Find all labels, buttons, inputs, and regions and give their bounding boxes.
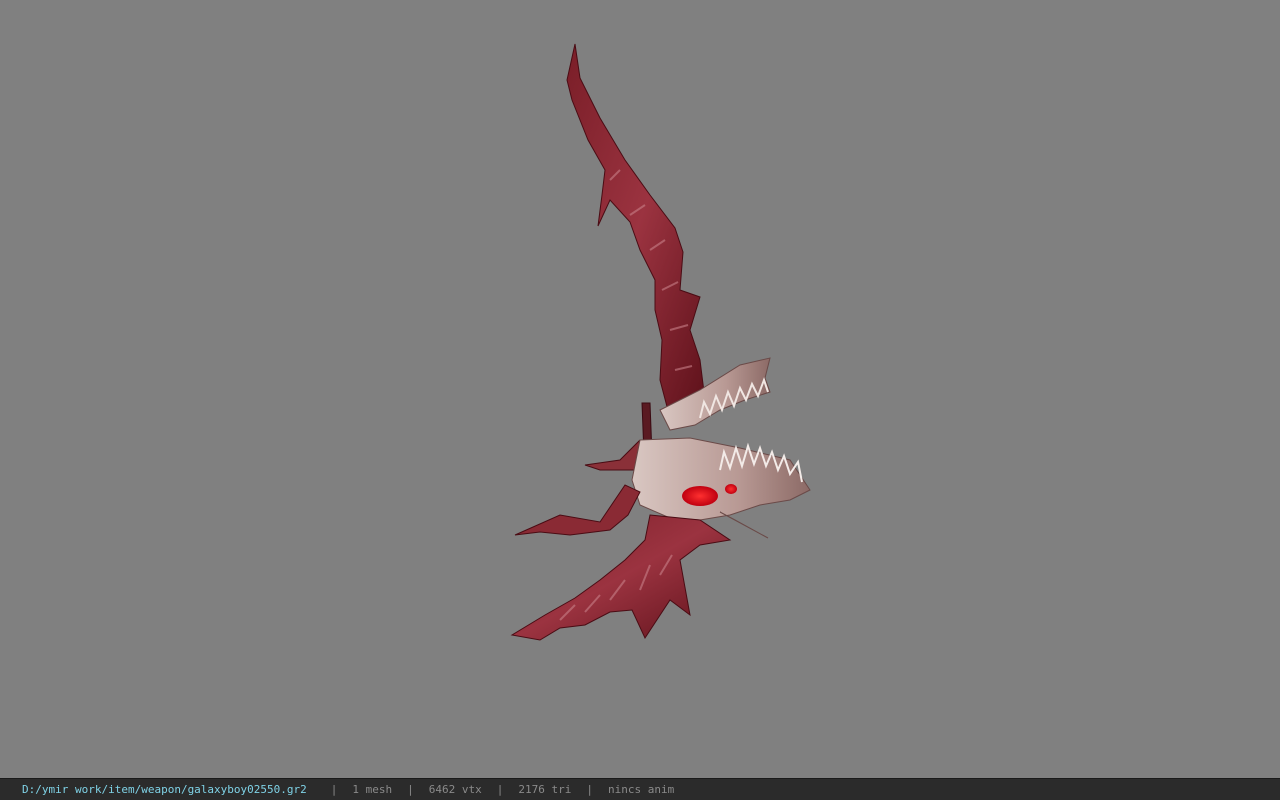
- red-gem: [682, 486, 718, 506]
- 3d-viewport[interactable]: [0, 0, 1280, 778]
- animation-status: nincs anim: [608, 783, 675, 796]
- separator: |: [496, 783, 504, 796]
- file-path: D:/ymir work/item/weapon/galaxyboy02550.…: [22, 783, 307, 796]
- separator: |: [586, 783, 593, 796]
- side-spike-left: [514, 484, 641, 536]
- mesh-count: 1 mesh: [352, 783, 393, 796]
- separator: |: [407, 783, 414, 796]
- vertex-count: 6462 vtx: [428, 783, 482, 796]
- status-bar: D:/ymir work/item/weapon/galaxyboy02550.…: [0, 778, 1280, 800]
- blade-upper: [566, 43, 706, 421]
- blade-lower: [510, 514, 732, 641]
- red-gem-small: [725, 484, 737, 494]
- triangle-count: 2176 tri: [518, 783, 572, 796]
- skull-head: [631, 437, 811, 521]
- skull-fang: [719, 511, 769, 539]
- separator: |: [330, 783, 338, 796]
- weapon-model[interactable]: [0, 0, 1280, 778]
